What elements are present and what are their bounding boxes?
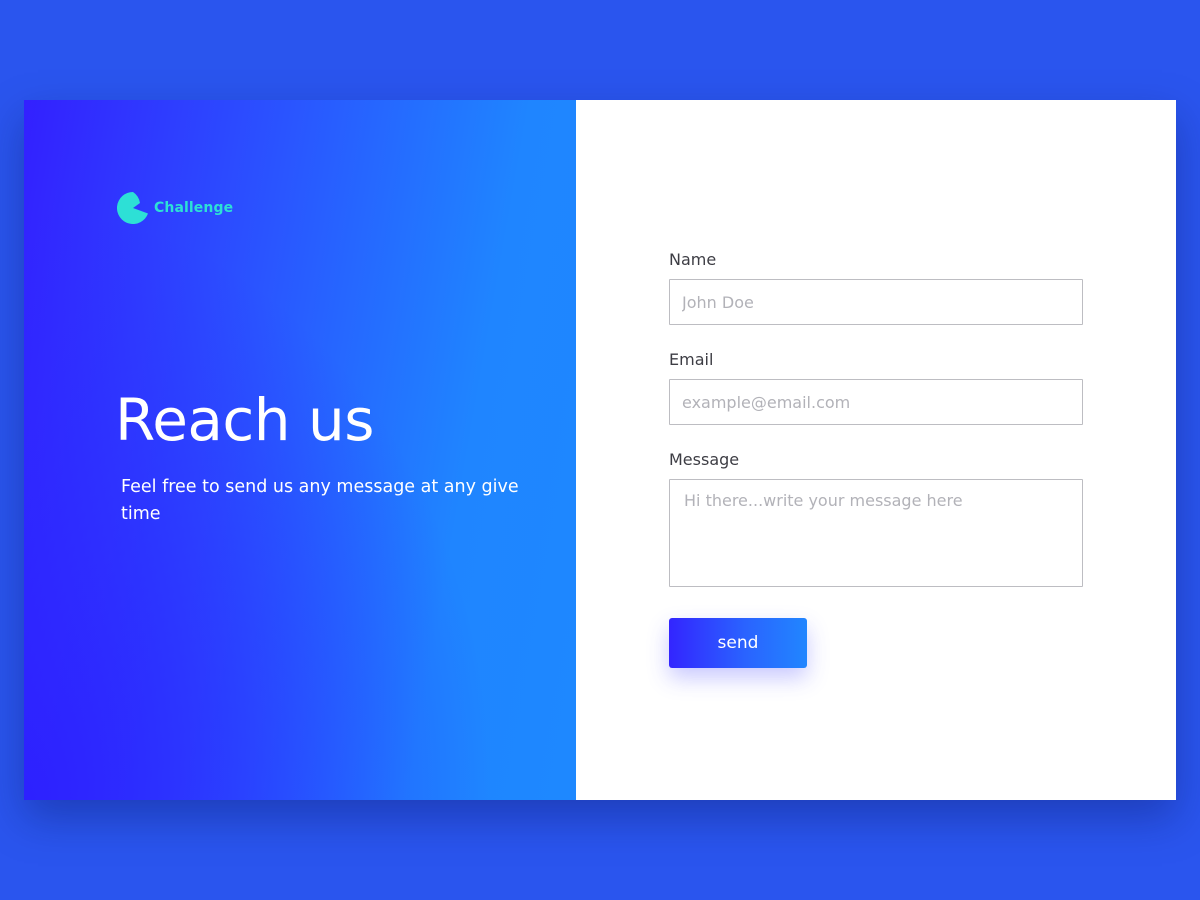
- contact-card: Challenge Reach us Feel free to send us …: [24, 100, 1176, 800]
- email-input[interactable]: [669, 379, 1083, 425]
- hero-panel: Challenge Reach us Feel free to send us …: [24, 100, 576, 800]
- name-label: Name: [669, 250, 717, 269]
- message-textarea[interactable]: [669, 479, 1083, 587]
- brand-logo[interactable]: Challenge: [117, 192, 233, 224]
- form-panel: Name Email Message send: [576, 100, 1176, 800]
- message-label: Message: [669, 450, 740, 469]
- pie-circle-logo-icon: [117, 192, 148, 224]
- name-input[interactable]: [669, 279, 1083, 325]
- contact-form: Name Email Message send: [669, 250, 1083, 668]
- brand-name: Challenge: [154, 200, 234, 216]
- send-button[interactable]: send: [669, 618, 807, 668]
- page-subtitle: Feel free to send us any message at any …: [121, 477, 519, 524]
- page-title: Reach us: [115, 386, 374, 454]
- email-label: Email: [669, 350, 714, 369]
